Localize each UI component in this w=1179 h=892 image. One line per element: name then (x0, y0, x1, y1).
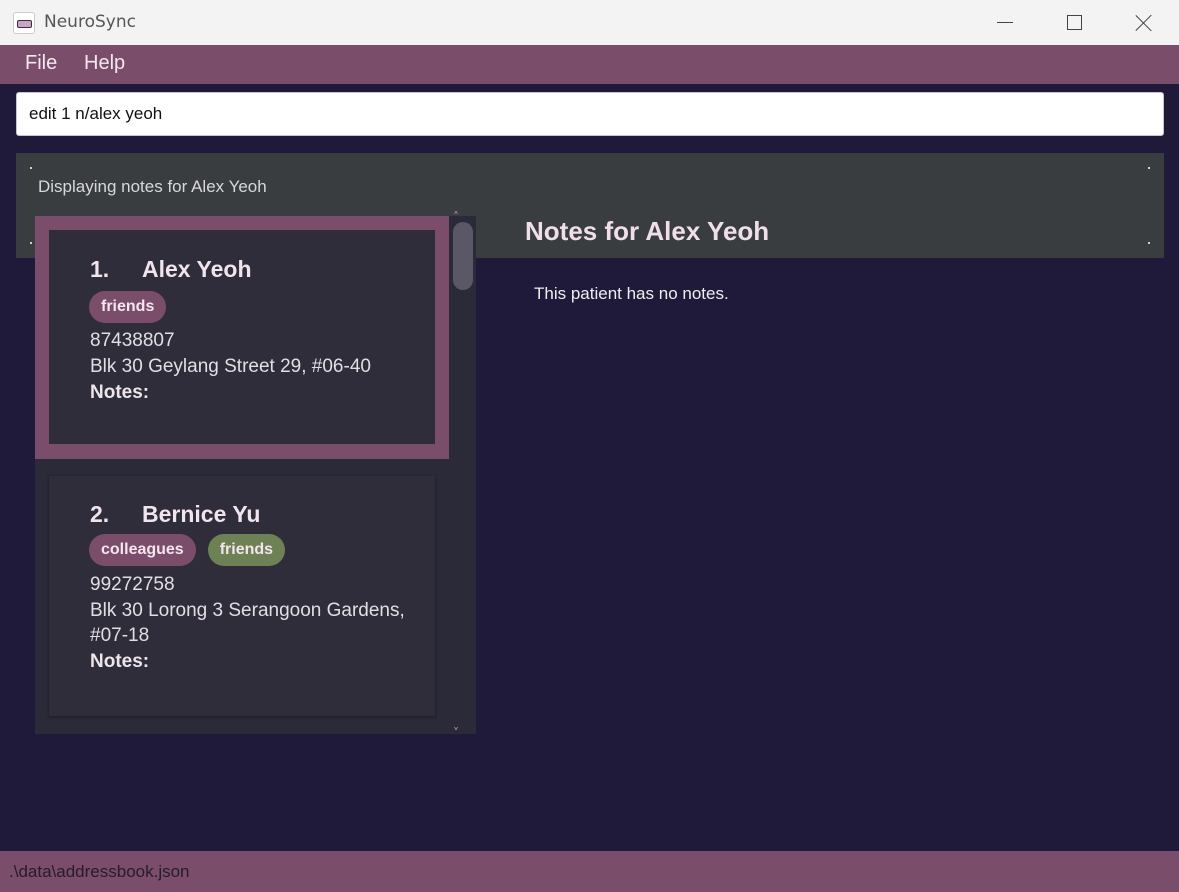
patient-name: Alex Yeoh (142, 256, 252, 282)
patient-card-body: 2. Bernice Yu colleagues friends 99272758… (49, 476, 435, 716)
tag: friends (207, 534, 286, 566)
scroll-down-icon[interactable]: ˅ (450, 727, 462, 739)
patient-name-heading: 2. Bernice Yu (90, 501, 260, 528)
close-icon (1135, 14, 1153, 32)
patient-card[interactable]: 2. Bernice Yu colleagues friends 99272758… (35, 459, 449, 718)
patient-phone: 99272758 (90, 574, 175, 595)
patient-list[interactable]: 1. Alex Yeoh friends 87438807 Blk 30 Geyl… (35, 216, 476, 734)
notes-label: Notes: (90, 382, 150, 403)
title-bar: NeuroSync (0, 0, 1179, 45)
close-button[interactable] (1109, 0, 1179, 45)
patient-address: Blk 30 Geylang Street 29, #06-40 (90, 356, 371, 377)
corner-dot (1148, 167, 1150, 169)
window-title: NeuroSync (44, 12, 136, 32)
patient-index: 1. (90, 256, 110, 282)
corner-dot (30, 167, 32, 169)
result-message: Displaying notes for Alex Yeoh (38, 177, 267, 196)
scroll-up-icon[interactable]: ˄ (450, 211, 462, 223)
notes-empty-message: This patient has no notes. (534, 284, 729, 303)
menu-file[interactable]: File (25, 52, 57, 75)
maximize-icon (1066, 15, 1082, 30)
app-icon (13, 12, 35, 34)
patient-index: 2. (90, 501, 110, 527)
patient-address: Blk 30 Lorong 3 Serangoon Gardens, (90, 600, 405, 621)
corner-dot (30, 242, 32, 244)
patient-name: Bernice Yu (142, 501, 261, 527)
patient-address-cont: #07-18 (90, 625, 150, 646)
tag-list: friends (89, 291, 167, 323)
tag: colleagues (89, 534, 196, 566)
menu-help[interactable]: Help (84, 52, 125, 75)
patient-card-selected[interactable]: 1. Alex Yeoh friends 87438807 Blk 30 Geyl… (35, 216, 449, 459)
minimize-button[interactable] (970, 0, 1040, 45)
notes-label: Notes: (90, 651, 150, 672)
corner-dot (1148, 242, 1150, 244)
menu-bar: File Help (0, 45, 1179, 84)
patient-name-heading: 1. Alex Yeoh (90, 256, 252, 283)
status-bar: .\data\addressbook.json (0, 851, 1179, 892)
data-file-path: .\data\addressbook.json (9, 862, 190, 881)
list-scrollbar[interactable] (449, 216, 476, 734)
minimize-icon (997, 22, 1013, 23)
tag: friends (89, 291, 167, 323)
tag-list: colleagues friends (89, 534, 286, 566)
notes-title: Notes for Alex Yeoh (525, 216, 770, 246)
command-input[interactable] (16, 92, 1164, 136)
patient-phone: 87438807 (90, 330, 175, 351)
maximize-button[interactable] (1039, 0, 1109, 45)
scrollbar-thumb[interactable] (453, 222, 473, 290)
patient-card-body: 1. Alex Yeoh friends 87438807 Blk 30 Geyl… (49, 230, 435, 444)
